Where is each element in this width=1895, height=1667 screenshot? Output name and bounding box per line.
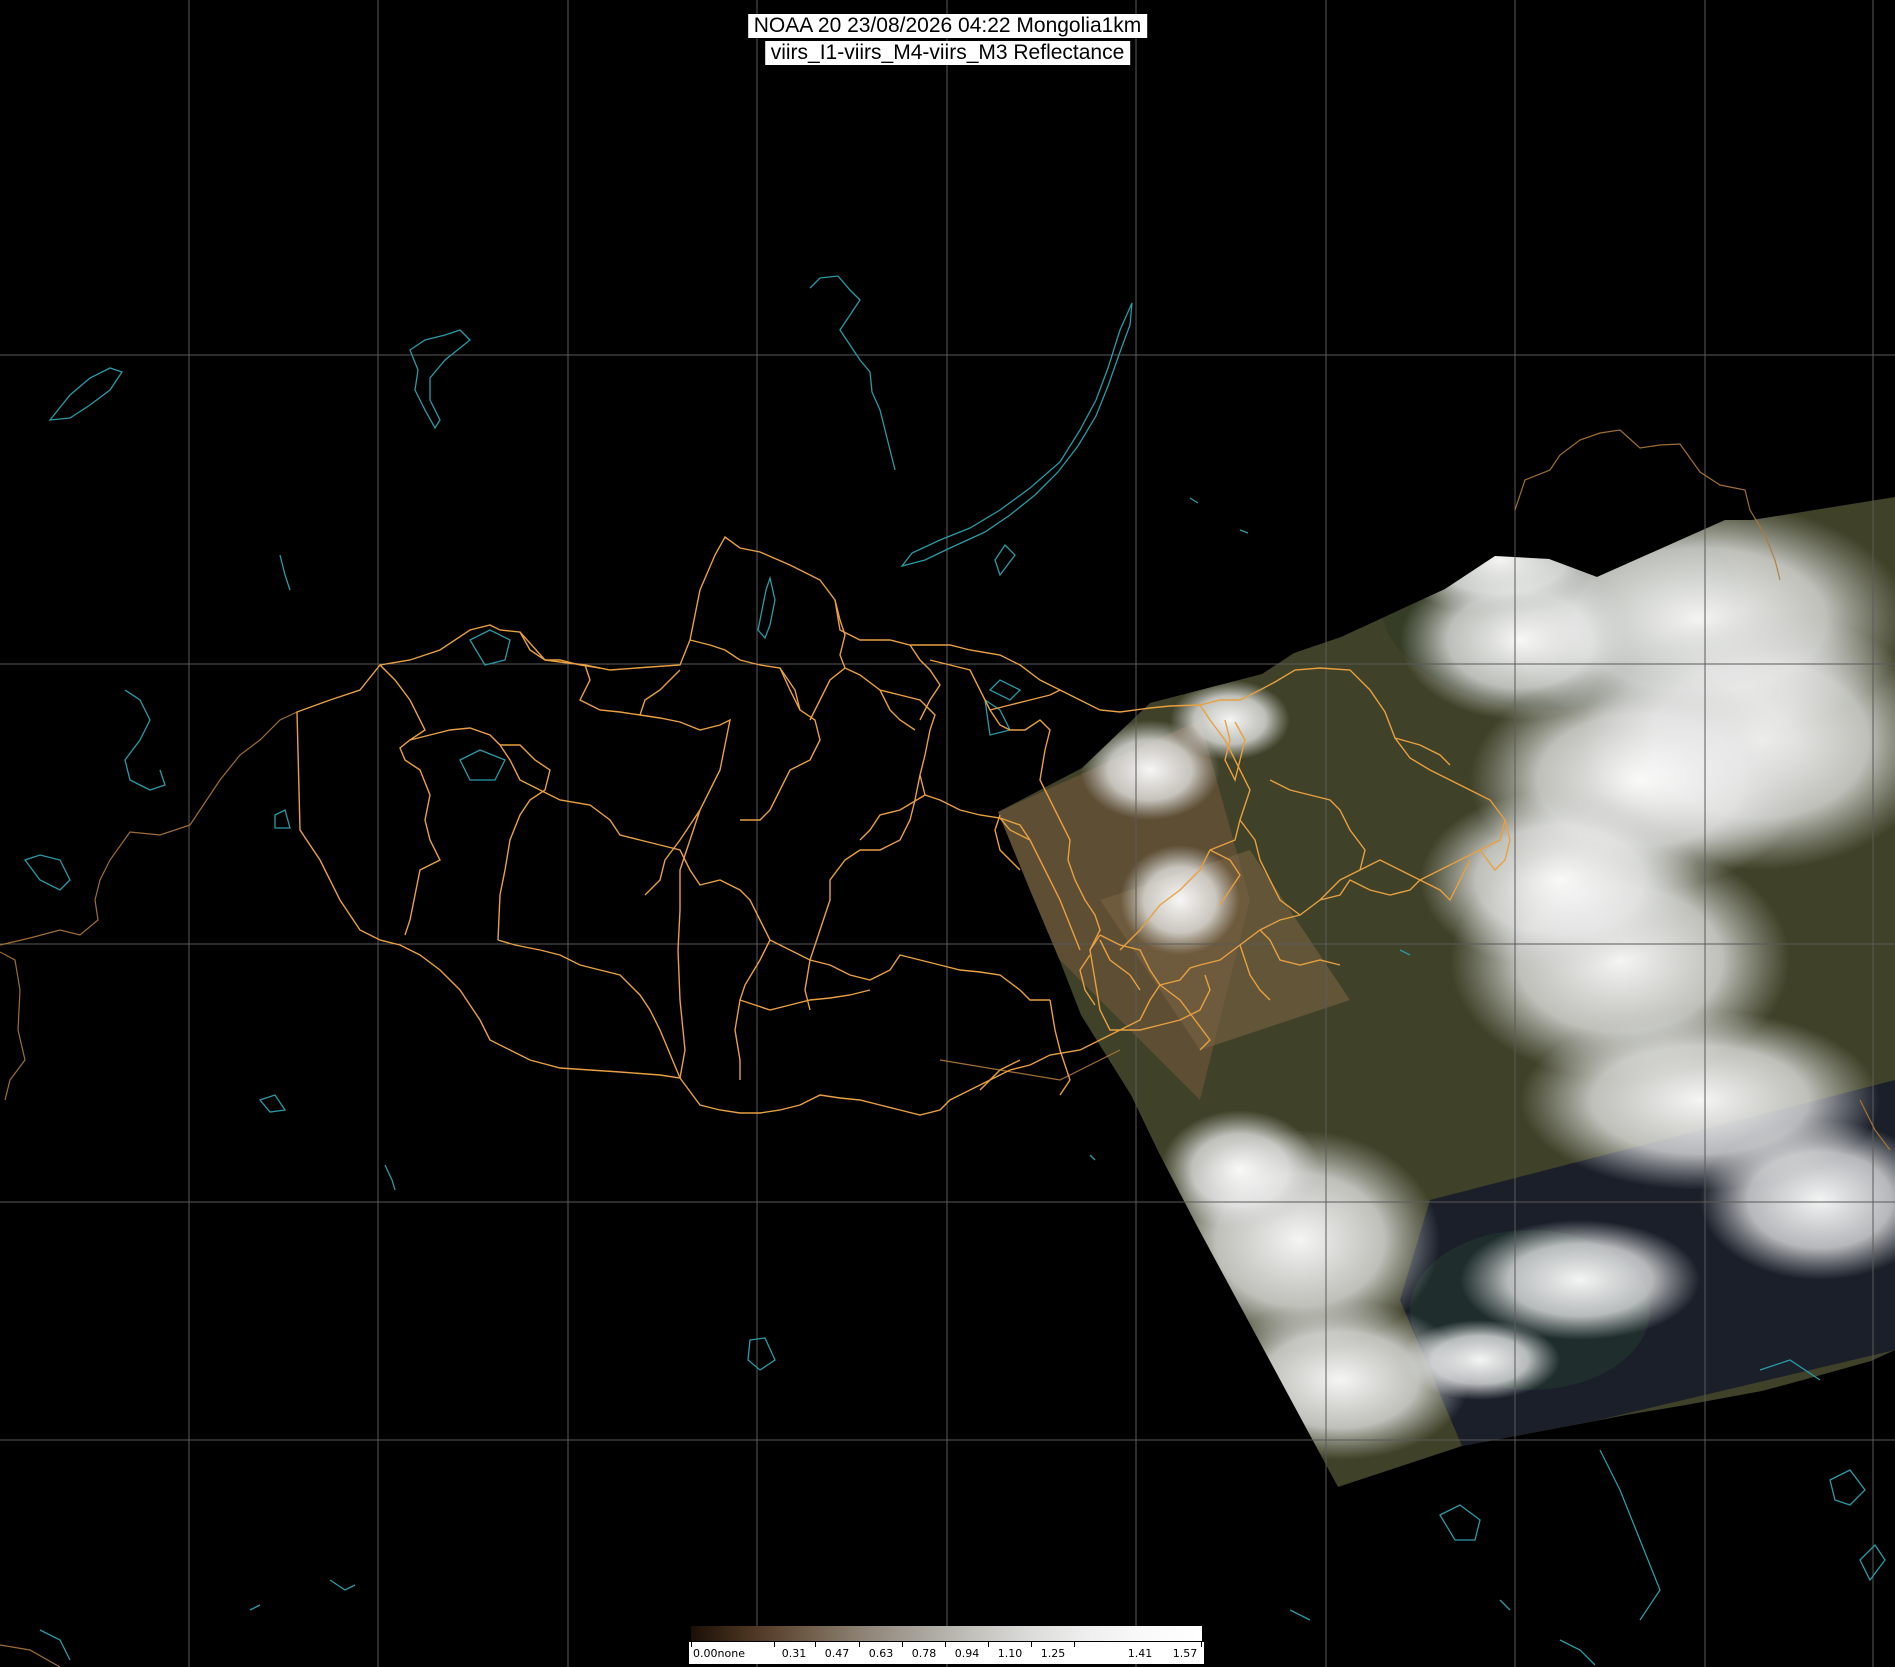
colorbar-tick: [859, 1642, 860, 1647]
colorbar-label: 0.31: [781, 1647, 807, 1660]
colorbar-label: 1.25: [1040, 1647, 1066, 1660]
colorbar-tick: [902, 1642, 903, 1647]
colorbar-labels: 0.00none 0.31 0.47 0.63 0.78 0.94 1.10 1…: [689, 1641, 1204, 1664]
colorbar-label: 1.41: [1127, 1647, 1153, 1660]
satellite-map: [0, 0, 1895, 1667]
colorbar-label: 0.94: [954, 1647, 980, 1660]
map-title-line1: NOAA 20 23/08/2026 04:22 Mongolia1km: [747, 14, 1148, 38]
colorbar-label: 0.47: [824, 1647, 850, 1660]
colorbar-label: 1.10: [997, 1647, 1023, 1660]
colorbar-label: 0.63: [868, 1647, 894, 1660]
colorbar-tick: [815, 1642, 816, 1647]
colorbar-label: 0.00none: [693, 1647, 745, 1660]
colorbar-tick: [1201, 1642, 1202, 1647]
colorbar-label: 1.57: [1172, 1647, 1198, 1660]
colorbar-ramp: [691, 1626, 1202, 1641]
colorbar-tick: [988, 1642, 989, 1647]
colorbar-label: 0.78: [911, 1647, 937, 1660]
reflectance-colorbar: 0.00none 0.31 0.47 0.63 0.78 0.94 1.10 1…: [689, 1626, 1204, 1664]
colorbar-tick: [1074, 1642, 1075, 1647]
colorbar-tick: [945, 1642, 946, 1647]
colorbar-tick: [1031, 1642, 1032, 1647]
map-title-line2: viirs_I1-viirs_M4-viirs_M3 Reflectance: [764, 41, 1131, 65]
colorbar-tick: [774, 1642, 775, 1647]
colorbar-tick: [691, 1642, 692, 1647]
